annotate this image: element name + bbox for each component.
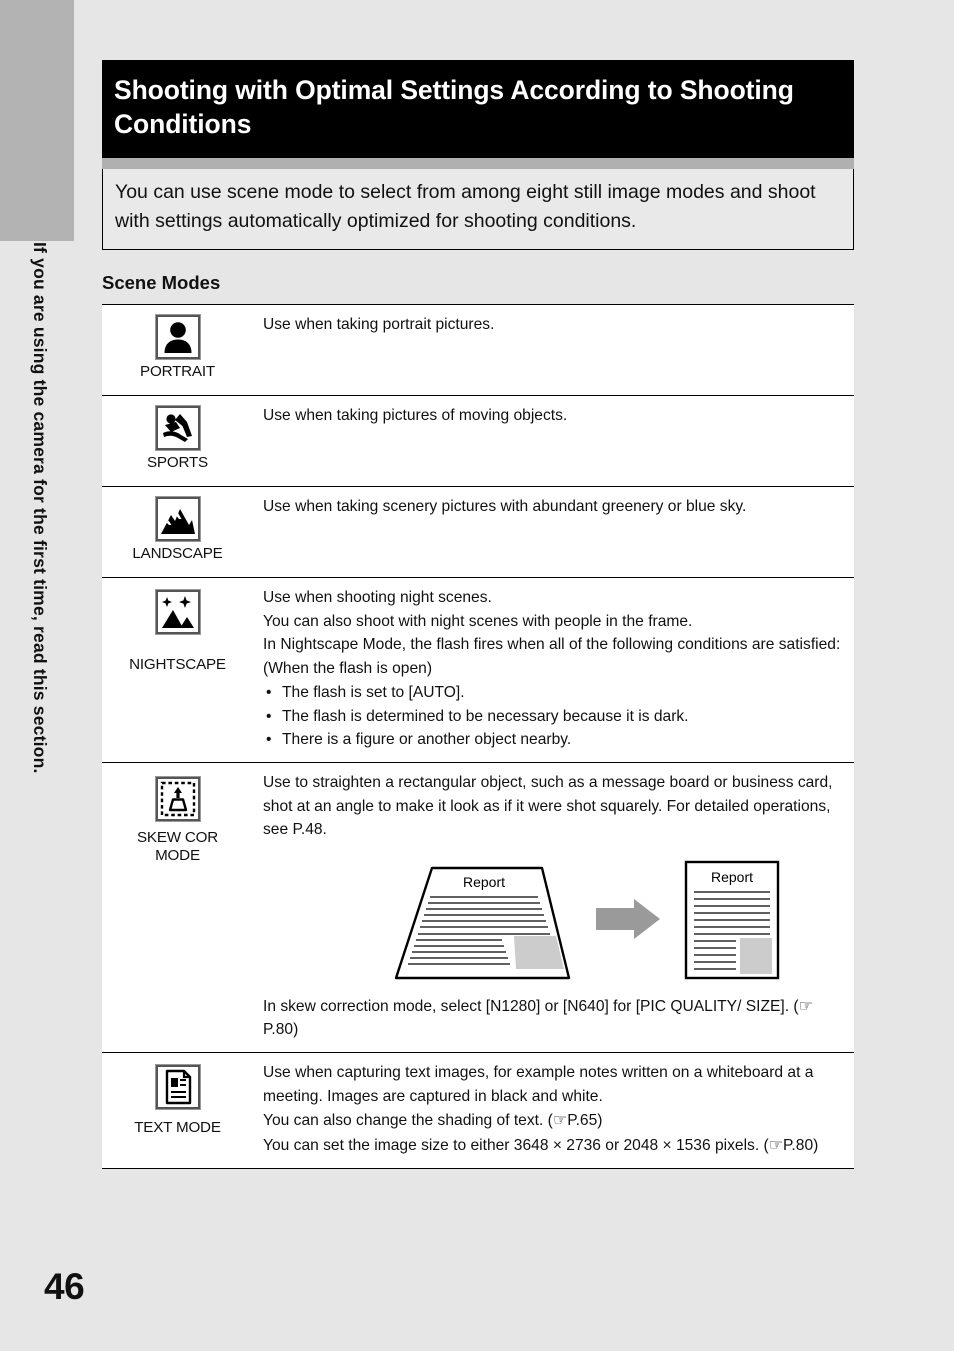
intro-text: You can use scene mode to select from am… [115, 180, 816, 233]
mode-label: NIGHTSCAPE [129, 656, 226, 674]
page-number: 46 [44, 1266, 85, 1307]
mode-label-line1: SKEW COR [136, 828, 219, 846]
skew-correction-figure: Report Report [263, 850, 845, 990]
desc-cell-skew: Use to straighten a rectangular object, … [253, 762, 854, 1053]
table-row: LANDSCAPE Use when taking scenery pictur… [102, 486, 854, 578]
skew-after-label: Report [711, 869, 753, 885]
mode-description: Use to straighten a rectangular object, … [263, 773, 833, 839]
skew-outro-before: In skew correction mode, select [N1280] … [263, 997, 799, 1015]
list-item: The flash is determined to be necessary … [263, 705, 845, 729]
skew-outro: In skew correction mode, select [N1280] … [263, 994, 845, 1042]
mode-cell-nightscape: NIGHTSCAPE [102, 577, 253, 763]
mode-cell-landscape: LANDSCAPE [102, 486, 253, 578]
mode-description: Use when taking portrait pictures. [263, 316, 495, 334]
mode-line: Use when capturing text images, for exam… [263, 1064, 814, 1105]
table-row: NIGHTSCAPE Use when shooting night scene… [102, 577, 854, 763]
right-arrow-icon [596, 898, 660, 939]
mode-description: Use when taking pictures of moving objec… [263, 407, 568, 425]
sports-icon [155, 406, 200, 451]
mode-cell-sports: SPORTS [102, 395, 253, 487]
desc-cell-text: Use when capturing text images, for exam… [253, 1052, 854, 1169]
flash-conditions-list: The flash is set to [AUTO]. The flash is… [263, 681, 845, 752]
desc-cell-portrait: Use when taking portrait pictures. [253, 304, 854, 396]
portrait-icon [155, 315, 200, 360]
pointing-hand-icon: ☞ [798, 995, 813, 1015]
text-ref-line-1: You can also change the shading of text.… [263, 1108, 845, 1133]
mode-cell-skew: SKEW COR MODE [102, 762, 253, 1053]
title-banner: Shooting with Optimal Settings According… [102, 60, 854, 158]
scene-modes-table: PORTRAIT Use when taking portrait pictur… [102, 304, 854, 1169]
mode-line: In Nightscape Mode, the flash fires when… [263, 636, 841, 678]
mode-cell-text: TEXT MODE [102, 1052, 253, 1169]
page-content: Shooting with Optimal Settings According… [102, 0, 854, 1169]
mode-label-line2: MODE [155, 846, 200, 864]
chapter-thumb-tab [0, 0, 74, 241]
section-heading: Scene Modes [102, 272, 221, 294]
skew-outro-after: ) [293, 1021, 299, 1039]
mode-label: TEXT MODE [134, 1119, 221, 1136]
desc-cell-landscape: Use when taking scenery pictures with ab… [253, 486, 854, 578]
skew-correction-icon [155, 776, 200, 821]
mode-description: Use when taking scenery pictures with ab… [263, 498, 747, 516]
mode-label: SKEW COR MODE [106, 829, 249, 865]
manual-page: If you are using the camera for the firs… [0, 0, 954, 1351]
mode-label: SPORTS [147, 454, 208, 472]
mode-label: PORTRAIT [140, 363, 215, 381]
text-ref-line-2: You can set the image size to either 364… [263, 1133, 845, 1158]
nightscape-icon [155, 590, 200, 635]
desc-cell-sports: Use when taking pictures of moving objec… [253, 395, 854, 487]
mode-cell-portrait: PORTRAIT [102, 304, 253, 396]
landscape-icon [155, 497, 200, 542]
ref-line-1-after: ) [597, 1112, 603, 1130]
table-row: TEXT MODE Use when capturing text images… [102, 1052, 854, 1169]
text-mode-icon [155, 1065, 200, 1109]
mode-line: Use when shooting night scenes. [263, 589, 492, 607]
banner-rule [102, 157, 854, 169]
list-item: The flash is set to [AUTO]. [263, 681, 845, 705]
mode-label: LANDSCAPE [132, 545, 223, 563]
ref-line-1-ref: P.65 [567, 1112, 598, 1130]
ref-line-2-after: ) [813, 1137, 819, 1155]
pointing-hand-icon: ☞ [768, 1135, 784, 1155]
side-caption: If you are using the camera for the firs… [30, 242, 50, 774]
skew-outro-ref: P.80 [263, 1021, 294, 1039]
ref-line-1-before: You can also change the shading of text.… [263, 1112, 553, 1130]
skew-before-label: Report [463, 874, 505, 890]
pointing-hand-icon: ☞ [552, 1110, 568, 1130]
mode-line: You can also shoot with night scenes wit… [263, 612, 693, 630]
ref-line-2-ref: P.80 [783, 1137, 814, 1155]
table-row: PORTRAIT Use when taking portrait pictur… [102, 304, 854, 396]
page-title: Shooting with Optimal Settings According… [114, 75, 794, 139]
table-row: SKEW COR MODE Use to straighten a rectan… [102, 762, 854, 1053]
ref-line-2-before: You can set the image size to either 364… [263, 1137, 769, 1155]
desc-cell-nightscape: Use when shooting night scenes. You can … [253, 577, 854, 763]
intro-box: You can use scene mode to select from am… [102, 168, 854, 251]
table-row: SPORTS Use when taking pictures of movin… [102, 395, 854, 487]
list-item: There is a figure or another object near… [263, 728, 845, 752]
